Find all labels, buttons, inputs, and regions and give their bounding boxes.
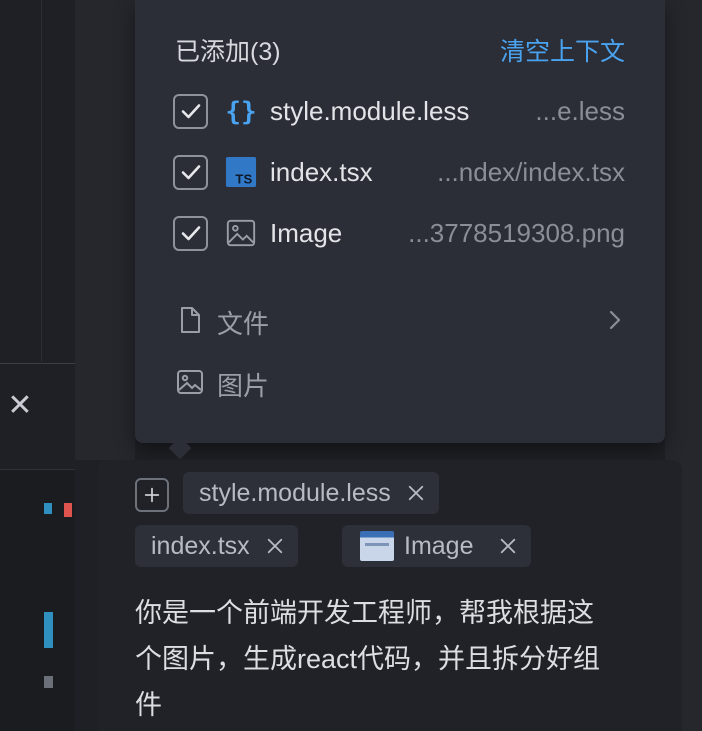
menu-item-label: 图片	[217, 370, 270, 401]
context-item-path: ...ndex/index.tsx	[437, 156, 625, 187]
context-item-name: style.module.less	[270, 95, 470, 126]
clear-context-link[interactable]: 清空上下文	[500, 32, 625, 68]
editor-tab-divider	[0, 363, 75, 364]
menu-item-label: 文件	[217, 308, 270, 339]
menu-item-file[interactable]: 文件	[175, 302, 625, 342]
context-popup: 已添加(3) 清空上下文 {} style.module.less ...e.l…	[135, 0, 665, 443]
file-icon	[175, 305, 205, 340]
chat-input-area[interactable]: style.module.less index.tsx Image 你是一个前端…	[98, 460, 682, 731]
chevron-right-icon	[605, 305, 625, 340]
minimap-marker	[64, 503, 72, 517]
context-item-checkbox[interactable]	[173, 154, 208, 190]
editor-side-pane: ✕	[0, 0, 75, 731]
context-item-index-tsx[interactable]: TS index.tsx ...ndex/index.tsx	[173, 152, 625, 192]
minimap-marker	[44, 676, 53, 688]
braces-icon: {}	[224, 94, 258, 128]
context-item-path: ...e.less	[535, 95, 625, 126]
chip-label: Image	[404, 531, 474, 560]
context-item-path: ...3778519308.png	[408, 217, 625, 248]
context-chip-image[interactable]: Image	[342, 525, 532, 567]
editor-gutter-line	[41, 0, 42, 362]
check-icon	[181, 104, 200, 119]
image-icon	[224, 216, 258, 250]
popup-header: 已添加(3) 清空上下文	[175, 32, 625, 68]
prompt-input[interactable]: 你是一个前端开发工程师，帮我根据这个图片，生成react代码，并且拆分好组件	[135, 590, 605, 728]
context-item-image[interactable]: Image ...3778519308.png	[173, 213, 625, 253]
context-item-checkbox[interactable]	[173, 93, 208, 129]
plus-icon	[144, 487, 160, 503]
chip-label: index.tsx	[151, 531, 250, 560]
remove-chip-icon[interactable]	[407, 484, 425, 502]
close-icon[interactable]: ✕	[6, 391, 34, 421]
panel-background	[75, 0, 135, 460]
remove-chip-icon[interactable]	[499, 537, 517, 555]
add-context-button[interactable]	[135, 478, 169, 512]
ts-badge-text: TS	[235, 171, 252, 186]
context-item-name: Image	[270, 217, 343, 248]
minimap-marker	[44, 503, 52, 514]
check-icon	[181, 226, 200, 241]
context-item-style-module[interactable]: {} style.module.less ...e.less	[173, 91, 625, 131]
menu-item-image[interactable]: 图片	[175, 364, 625, 404]
svg-text:{}: {}	[225, 97, 256, 127]
context-chip-index-tsx[interactable]: index.tsx	[135, 525, 298, 567]
popup-title: 已添加(3)	[175, 38, 281, 66]
context-item-checkbox[interactable]	[173, 215, 208, 251]
context-item-name: index.tsx	[270, 156, 373, 187]
image-icon	[175, 367, 205, 402]
minimap-marker	[44, 612, 53, 648]
context-chip-style-module[interactable]: style.module.less	[183, 472, 439, 514]
typescript-icon: TS	[224, 155, 258, 189]
remove-chip-icon[interactable]	[266, 537, 284, 555]
check-icon	[181, 165, 200, 180]
image-thumbnail	[360, 531, 394, 561]
chip-label: style.module.less	[199, 478, 391, 507]
